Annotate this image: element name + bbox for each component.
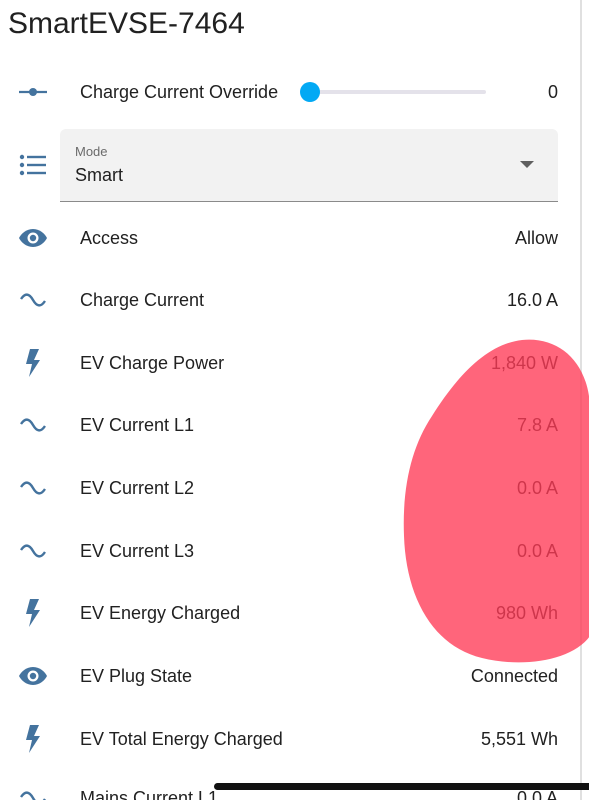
entity-row-access[interactable]: Access Allow	[0, 208, 580, 268]
entity-value: 0.0 A	[516, 541, 558, 561]
entity-row-ev-energy-charged[interactable]: EV Energy Charged 980 Wh	[0, 583, 580, 643]
sine-wave-icon	[14, 471, 52, 505]
scroll-edge-divider	[580, 0, 582, 800]
entity-card: SmartEVSE-7464 Charge Current Override 0…	[0, 0, 580, 800]
entity-row-ev-plug-state[interactable]: EV Plug State Connected	[0, 646, 580, 706]
entity-label: EV Plug State	[80, 666, 193, 686]
override-label: Charge Current Override	[80, 82, 279, 102]
flash-icon	[14, 596, 52, 630]
entity-row-ev-current-l1[interactable]: EV Current L1 7.8 A	[0, 395, 580, 455]
entity-label: EV Current L2	[80, 478, 195, 498]
entity-value: 5,551 Wh	[480, 729, 558, 749]
override-value: 0	[547, 82, 558, 102]
entity-value: 7.8 A	[516, 415, 558, 435]
eye-icon	[14, 659, 52, 693]
entity-label: Charge Current	[80, 290, 205, 310]
sine-wave-icon	[14, 534, 52, 568]
sine-wave-icon	[14, 283, 52, 317]
home-indicator-bar[interactable]	[214, 783, 589, 790]
flash-icon	[14, 346, 52, 380]
entity-label: EV Charge Power	[80, 353, 225, 373]
entity-value: Connected	[470, 666, 558, 686]
mode-select[interactable]: Mode Smart	[60, 129, 558, 202]
entity-label: Access	[80, 228, 139, 248]
entity-value: 980 Wh	[495, 603, 558, 623]
override-slider-thumb[interactable]	[300, 82, 320, 102]
entity-label: EV Energy Charged	[80, 603, 241, 623]
page-title: SmartEVSE-7464	[8, 7, 245, 40]
override-slider-track[interactable]	[310, 90, 486, 94]
entity-value: 16.0 A	[506, 290, 558, 310]
sine-wave-icon	[14, 408, 52, 442]
slider-icon	[14, 75, 52, 109]
format-list-bulleted-icon	[14, 148, 52, 182]
mode-select-value: Smart	[75, 165, 124, 185]
entity-label: EV Current L3	[80, 541, 195, 561]
entity-label: EV Current L1	[80, 415, 195, 435]
entity-value: 0.0 A	[516, 478, 558, 498]
entity-value: Allow	[514, 228, 558, 248]
eye-icon	[14, 221, 52, 255]
entity-row-charge-current[interactable]: Charge Current 16.0 A	[0, 270, 580, 330]
dropdown-caret-icon[interactable]	[520, 161, 534, 168]
entity-label: Mains Current L1	[80, 788, 219, 800]
entity-row-ev-current-l2[interactable]: EV Current L2 0.0 A	[0, 458, 580, 518]
flash-icon	[14, 722, 52, 756]
entity-row-ev-total-energy-charged[interactable]: EV Total Energy Charged 5,551 Wh	[0, 709, 580, 769]
entity-value: 1,840 W	[490, 353, 558, 373]
entity-row-ev-current-l3[interactable]: EV Current L3 0.0 A	[0, 521, 580, 581]
override-row: Charge Current Override 0	[0, 62, 580, 122]
mode-select-label: Mode	[75, 144, 108, 159]
sine-wave-icon	[14, 781, 52, 800]
entity-row-ev-charge-power[interactable]: EV Charge Power 1,840 W	[0, 333, 580, 393]
entity-label: EV Total Energy Charged	[80, 729, 283, 749]
